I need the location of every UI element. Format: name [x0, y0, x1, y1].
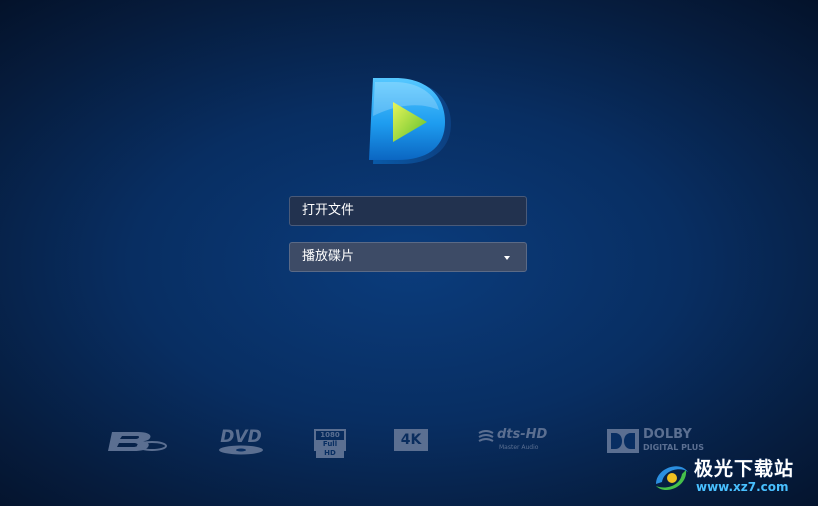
app-logo — [367, 76, 453, 168]
open-file-label: 打开文件 — [302, 203, 355, 218]
dts-main-text: dts-HD — [497, 427, 548, 442]
open-file-button[interactable]: 打开文件 — [289, 196, 527, 226]
dts-waves-icon — [478, 430, 494, 442]
play-disc-label: 播放碟片 — [302, 249, 355, 264]
watermark-swirl-icon — [656, 466, 688, 491]
dolby-main-text: DOLBY — [643, 427, 692, 442]
bluray-logo-icon — [108, 432, 167, 451]
play-disc-button[interactable]: 播放碟片 — [289, 242, 527, 272]
fullhd-logo: 1080 Full HD — [314, 429, 346, 458]
dolby-sub-text: DIGITAL PLUS — [643, 443, 705, 452]
dts-hd-logo: dts-HD Master Audio — [477, 427, 561, 455]
watermark-title: 极光下载站 — [694, 458, 795, 480]
dvd-logo-icon: DVD — [219, 427, 263, 455]
dvd-text: DVD — [220, 427, 261, 447]
site-watermark: 极光下载站 www.xz7.com — [650, 452, 810, 502]
4k-logo: 4K — [394, 429, 428, 451]
dolby-double-d-icon — [607, 429, 639, 453]
fullhd-top-text: 1080 — [320, 431, 340, 439]
dts-sub-text: Master Audio — [499, 444, 539, 451]
watermark-url: www.xz7.com — [696, 480, 789, 494]
dolby-logo: DOLBY DIGITAL PLUS — [607, 427, 717, 454]
dropdown-caret-icon[interactable] — [504, 256, 510, 260]
fullhd-bottom-text: Full HD — [316, 440, 344, 458]
